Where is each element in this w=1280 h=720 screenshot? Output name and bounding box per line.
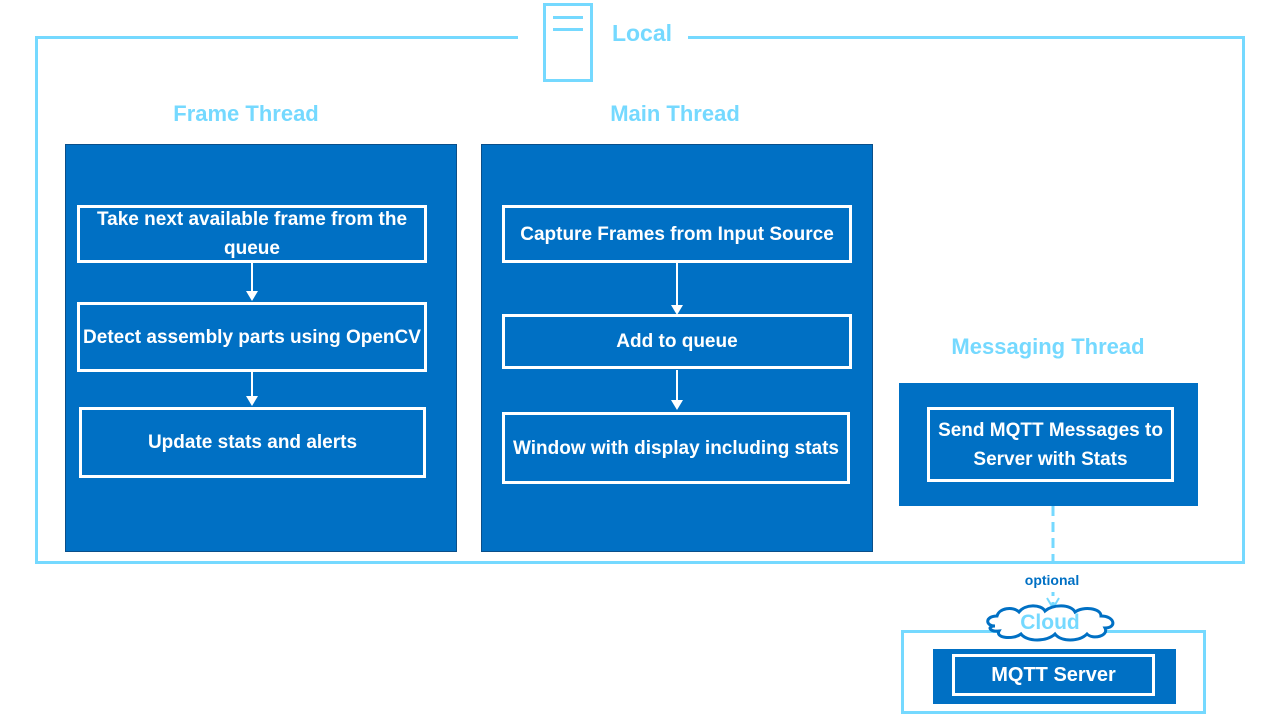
- optional-label: optional: [1024, 572, 1080, 588]
- main-thread-label: Main Thread: [610, 101, 740, 126]
- frame-step-take-frame: Take next available frame from the queue: [77, 205, 427, 263]
- arrow: [251, 372, 253, 398]
- arrow: [676, 370, 678, 402]
- messaging-thread-label: Messaging Thread: [951, 334, 1145, 359]
- mqtt-server-label: MQTT Server: [952, 654, 1155, 696]
- main-step-add-queue: Add to queue: [502, 314, 852, 369]
- optional-connector: [1046, 506, 1060, 610]
- cloud-title: Cloud: [1020, 611, 1080, 634]
- arrowhead: [246, 396, 258, 406]
- server-icon: [543, 3, 593, 82]
- local-title: Local: [611, 20, 673, 46]
- arrow: [251, 263, 253, 293]
- main-step-capture: Capture Frames from Input Source: [502, 205, 852, 263]
- frame-step-update: Update stats and alerts: [79, 407, 426, 478]
- main-step-window: Window with display including stats: [502, 412, 850, 484]
- arrow: [676, 263, 678, 307]
- frame-step-detect: Detect assembly parts using OpenCV: [77, 302, 427, 372]
- arrowhead: [246, 291, 258, 301]
- messaging-step-send: Send MQTT Messages to Server with Stats: [927, 407, 1174, 482]
- arrowhead: [671, 400, 683, 410]
- frame-thread-label: Frame Thread: [173, 101, 319, 126]
